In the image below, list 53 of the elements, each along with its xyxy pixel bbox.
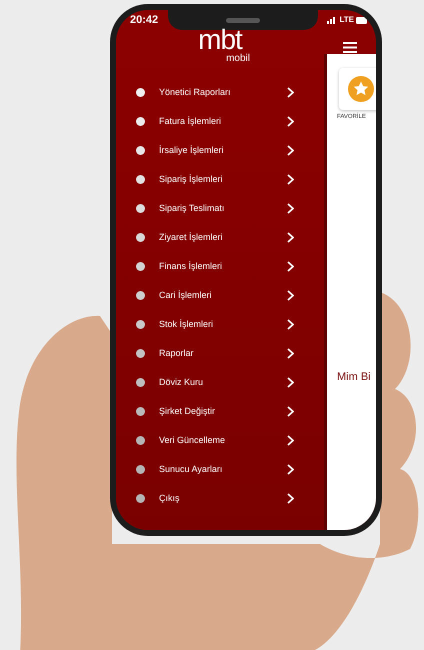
menu-item[interactable]: Finans İşlemleri [116, 252, 324, 281]
logo-subtitle: mobil [226, 53, 250, 64]
menu-item[interactable]: Ziyaret İşlemleri [116, 223, 324, 252]
bullet-icon [136, 407, 145, 416]
chevron-right-icon [287, 435, 294, 446]
chevron-right-icon [287, 377, 294, 388]
status-time: 20:42 [130, 12, 158, 28]
chevron-right-icon [287, 203, 294, 214]
bullet-icon [136, 204, 145, 213]
company-name: Mim Bi [337, 370, 372, 385]
chevron-right-icon [287, 174, 294, 185]
network-type: LTE [339, 14, 354, 26]
chevron-right-icon [287, 232, 294, 243]
signal-icon [327, 16, 338, 24]
bullet-icon [136, 291, 145, 300]
menu-item[interactable]: Fatura İşlemleri [116, 107, 324, 136]
battery-icon [356, 16, 368, 24]
bullet-icon [136, 378, 145, 387]
menu-item[interactable]: Raporlar [116, 339, 324, 368]
menu-item[interactable]: Şirket Değiştir [116, 397, 324, 426]
chevron-right-icon [287, 493, 294, 504]
chevron-right-icon [287, 261, 294, 272]
menu-item[interactable]: Sunucu Ayarları [116, 455, 324, 484]
bullet-icon [136, 436, 145, 445]
chevron-right-icon [287, 464, 294, 475]
app-logo: mbt [198, 28, 242, 52]
menu-icon[interactable] [343, 42, 357, 52]
bullet-icon [136, 88, 145, 97]
chevron-right-icon [287, 116, 294, 127]
menu-item[interactable]: Sipariş İşlemleri [116, 165, 324, 194]
chevron-right-icon [287, 145, 294, 156]
bullet-icon [136, 494, 145, 503]
menu-item[interactable]: Döviz Kuru [116, 368, 324, 397]
bullet-icon [136, 117, 145, 126]
chevron-right-icon [287, 290, 294, 301]
bullet-icon [136, 465, 145, 474]
chevron-right-icon [287, 319, 294, 330]
bullet-icon [136, 262, 145, 271]
bullet-icon [136, 146, 145, 155]
bullet-icon [136, 233, 145, 242]
bullet-icon [136, 349, 145, 358]
menu-item[interactable]: İrsaliye İşlemleri [116, 136, 324, 165]
menu-item[interactable]: Çıkış [116, 484, 324, 513]
menu-item[interactable]: Yönetici Raporları [116, 78, 324, 107]
menu-item[interactable]: Sipariş Teslimatı [116, 194, 324, 223]
menu-item[interactable]: Cari İşlemleri [116, 281, 324, 310]
chevron-right-icon [287, 348, 294, 359]
menu-item[interactable]: Stok İşlemleri [116, 310, 324, 339]
bullet-icon [136, 320, 145, 329]
chevron-right-icon [287, 87, 294, 98]
menu-item[interactable]: Veri Güncelleme [116, 426, 324, 455]
chevron-right-icon [287, 406, 294, 417]
bullet-icon [136, 175, 145, 184]
